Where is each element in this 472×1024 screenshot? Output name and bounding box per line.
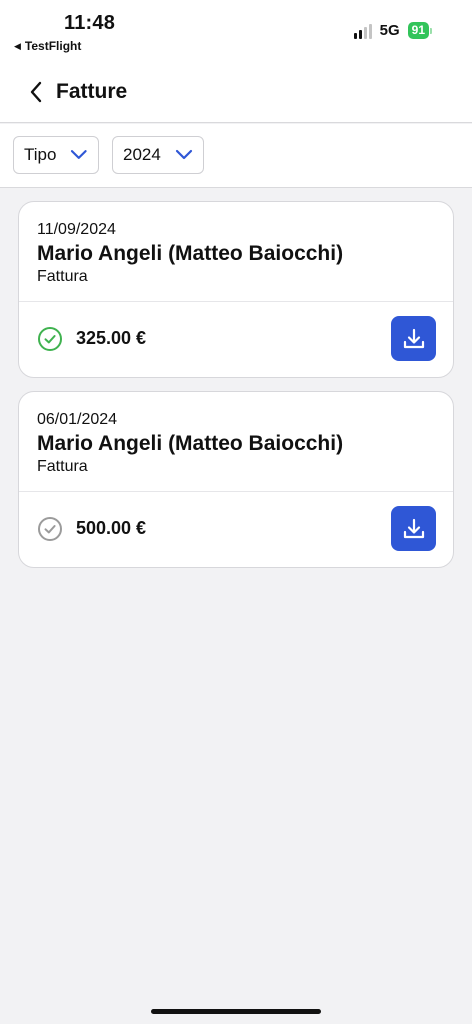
invoice-card[interactable]: 11/09/2024 Mario Angeli (Matteo Baiocchi… xyxy=(18,201,454,378)
download-icon xyxy=(403,328,424,348)
filter-bar: Tipo 2024 xyxy=(0,124,472,188)
download-icon xyxy=(403,518,424,538)
year-filter-dropdown[interactable]: 2024 xyxy=(112,136,204,174)
invoice-type: Fattura xyxy=(37,268,88,285)
invoice-customer-name: Mario Angeli (Matteo Baiocchi) xyxy=(37,432,344,455)
chevron-down-icon xyxy=(71,150,88,159)
status-indicators: 5G 91 xyxy=(353,22,432,39)
download-button[interactable] xyxy=(391,316,436,361)
chevron-left-icon xyxy=(30,81,42,103)
battery-level: 91 xyxy=(407,22,429,39)
paid-check-circle-icon xyxy=(38,327,62,351)
cellular-signal-icon xyxy=(353,23,372,39)
back-button[interactable] xyxy=(18,74,54,110)
year-filter-label: 2024 xyxy=(123,145,161,164)
invoice-card-header: 11/09/2024 Mario Angeli (Matteo Baiocchi… xyxy=(19,202,453,302)
invoice-date: 11/09/2024 xyxy=(37,221,116,238)
chevron-down-icon xyxy=(175,149,192,160)
type-filter-label: Tipo xyxy=(24,145,57,164)
page-title: Fatture xyxy=(56,80,128,103)
invoice-amount: 325.00 € xyxy=(76,328,147,348)
pending-check-circle-icon xyxy=(38,517,62,541)
type-filter-dropdown[interactable]: Tipo xyxy=(13,136,99,174)
network-type: 5G xyxy=(379,22,400,39)
invoice-type: Fattura xyxy=(37,458,88,475)
home-indicator[interactable] xyxy=(151,1009,321,1014)
invoice-customer-name: Mario Angeli (Matteo Baiocchi) xyxy=(37,242,344,265)
download-button[interactable] xyxy=(391,506,436,551)
invoice-card-footer: 325.00 € xyxy=(19,302,453,378)
invoice-card[interactable]: 06/01/2024 Mario Angeli (Matteo Baiocchi… xyxy=(18,391,454,568)
back-app-label: TestFlight xyxy=(24,39,82,53)
navigation-bar: Fatture xyxy=(0,70,472,114)
invoice-card-header: 06/01/2024 Mario Angeli (Matteo Baiocchi… xyxy=(19,392,453,492)
back-to-app-link[interactable]: ◀ TestFlight xyxy=(14,39,81,53)
invoice-date: 06/01/2024 xyxy=(37,411,118,428)
back-triangle-icon: ◀ xyxy=(14,40,21,51)
invoice-amount: 500.00 € xyxy=(76,518,147,538)
top-bar: 11:48 ◀ TestFlight 5G 91 Fatture xyxy=(0,0,472,123)
battery-icon: 91 xyxy=(407,22,432,39)
invoice-card-footer: 500.00 € xyxy=(19,492,453,568)
status-time: 11:48 xyxy=(64,12,116,34)
